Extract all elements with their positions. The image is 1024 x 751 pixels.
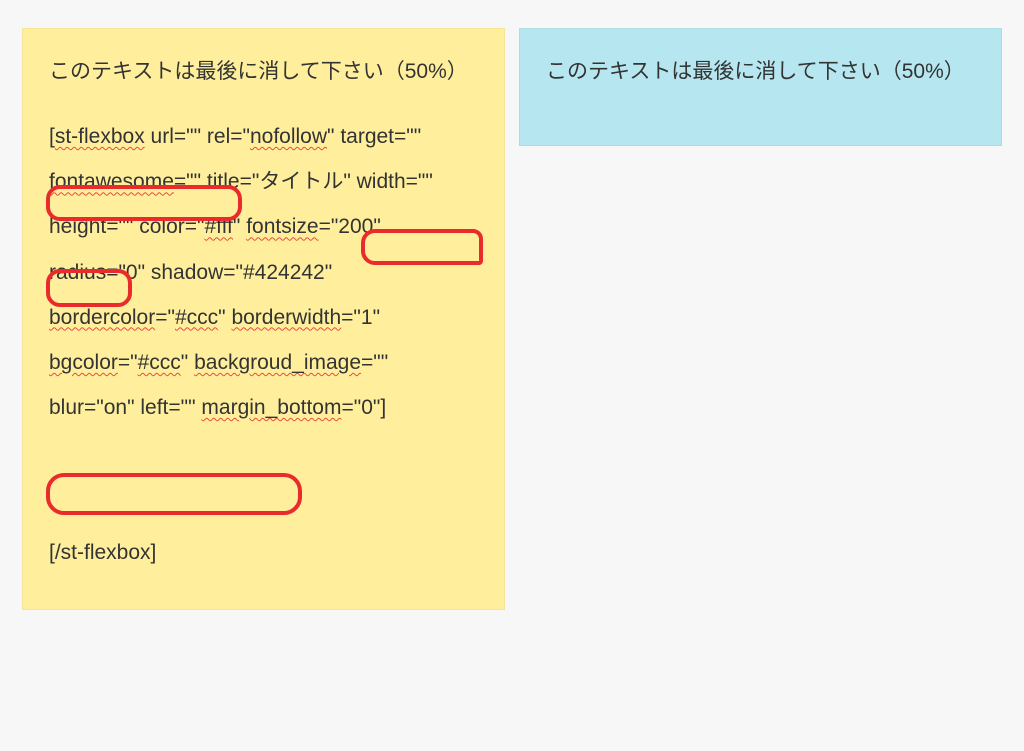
- shortcode-closing: [/st-flexbox]: [49, 530, 478, 575]
- left-header-text: このテキストは最後に消して下さい（50%）: [49, 49, 478, 94]
- code-token: nofollow: [250, 125, 327, 148]
- code-token: title="タイトル": [207, 170, 357, 193]
- right-column-box: このテキストは最後に消して下さい（50%）: [519, 28, 1002, 146]
- shortcode-body: [st-flexbox url="" rel="nofollow" target…: [49, 114, 478, 430]
- code-token: url="": [145, 125, 207, 148]
- code-token: ="": [174, 170, 207, 193]
- code-token: #fff: [204, 215, 232, 238]
- two-column-layout: このテキストは最後に消して下さい（50%） [st-flexbox url=""…: [22, 28, 1002, 610]
- left-column-box: このテキストは最後に消して下さい（50%） [st-flexbox url=""…: [22, 28, 505, 610]
- code-token: ": [218, 306, 231, 329]
- code-token: ="": [361, 351, 388, 374]
- code-token: ="0"]: [341, 396, 386, 419]
- code-token: =": [118, 351, 138, 374]
- code-token: =": [155, 306, 175, 329]
- code-token: ": [233, 215, 246, 238]
- code-token: margin_bottom: [201, 396, 341, 419]
- code-token: " target="": [327, 125, 421, 148]
- code-token: rel=": [207, 125, 250, 148]
- page: このテキストは最後に消して下さい（50%） [st-flexbox url=""…: [0, 0, 1024, 610]
- code-token: st-flexbox: [55, 125, 145, 148]
- code-token: ": [181, 351, 194, 374]
- right-header-text: このテキストは最後に消して下さい（50%）: [546, 49, 975, 94]
- code-token: backgroud_image: [194, 351, 361, 374]
- code-token: blur="on" left="": [49, 396, 201, 419]
- code-token: #ccc: [175, 306, 218, 329]
- code-token: fontawesome: [49, 170, 174, 193]
- code-token: fontsize: [246, 215, 318, 238]
- code-token: bordercolor: [49, 306, 155, 329]
- code-token: #ccc: [138, 351, 181, 374]
- code-token: ="1": [341, 306, 380, 329]
- code-token: borderwidth: [231, 306, 341, 329]
- code-token: bgcolor: [49, 351, 118, 374]
- highlight-ring: [46, 473, 302, 515]
